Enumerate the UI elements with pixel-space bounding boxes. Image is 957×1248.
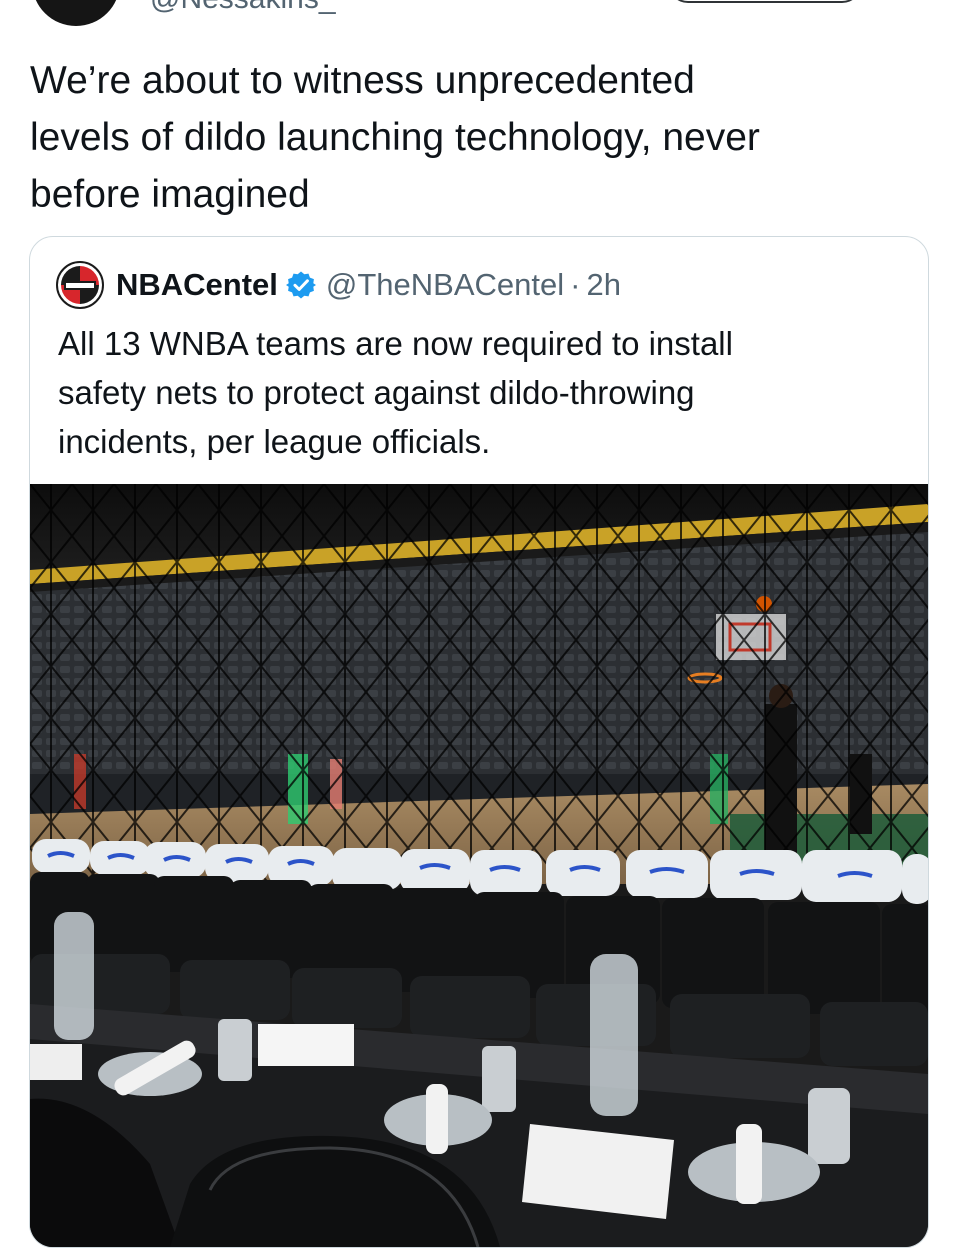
quoted-tweet-card[interactable]: NBACentel @TheNBACentel · 2h All 13 WNBA…	[29, 236, 929, 1248]
tweet-text: We’re about to witness unprecedented lev…	[30, 59, 760, 216]
quoted-tweet-photo[interactable]	[30, 484, 928, 1247]
separator-dot: ·	[570, 267, 581, 302]
nba-centel-logo-icon[interactable]	[56, 261, 104, 309]
quoted-tweet-header: NBACentel @TheNBACentel · 2h	[56, 259, 621, 311]
verified-badge-icon	[285, 270, 316, 300]
quoted-author-name[interactable]: NBACentel	[116, 267, 278, 303]
author-handle[interactable]: @Nessakins_	[150, 0, 336, 14]
quoted-tweet-text: All 13 WNBA teams are now required to in…	[58, 325, 733, 460]
quoted-author-handle[interactable]: @TheNBACentel	[326, 267, 564, 303]
author-avatar[interactable]	[32, 0, 120, 26]
follow-button[interactable]	[668, 0, 862, 3]
quoted-tweet-timestamp[interactable]: 2h	[586, 267, 620, 303]
